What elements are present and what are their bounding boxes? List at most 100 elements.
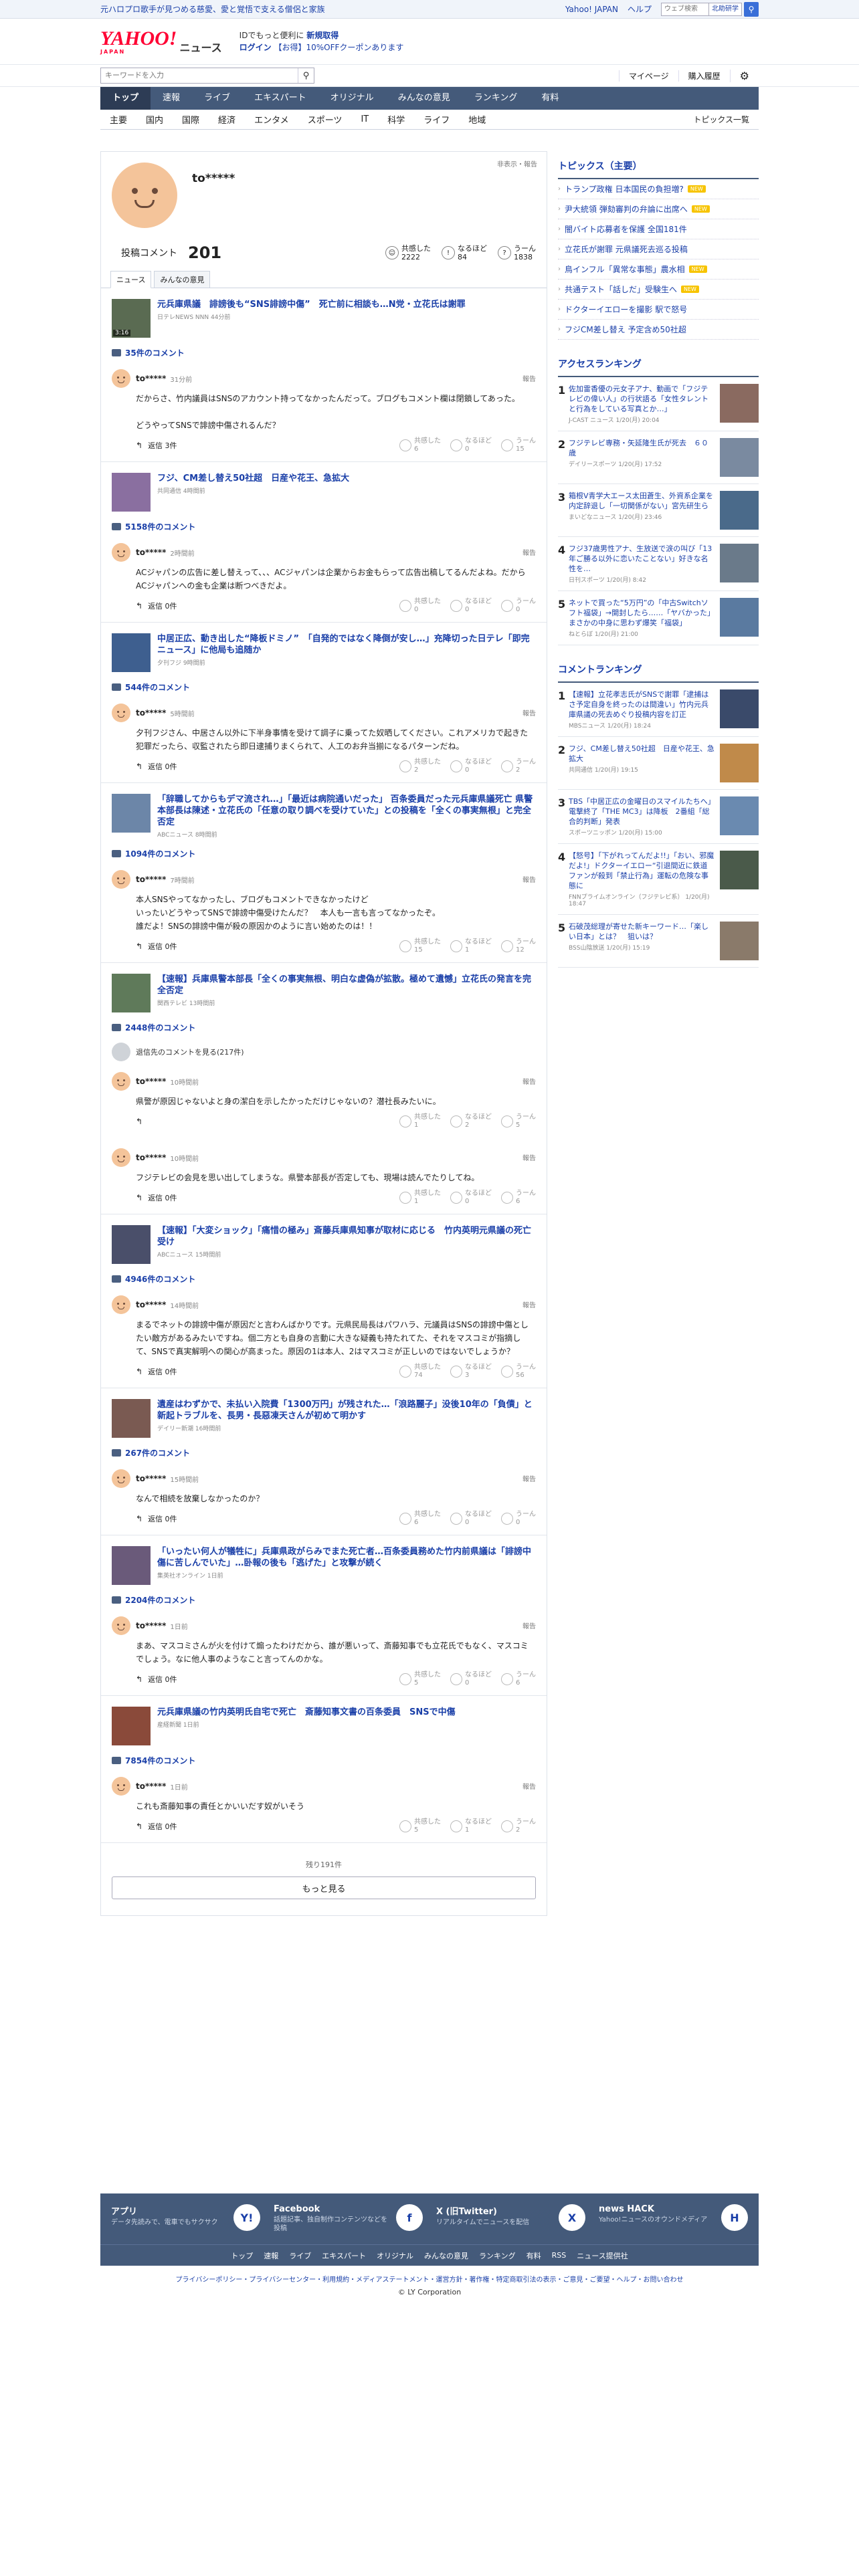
x-promo[interactable]: X (旧Twitter) リアルタイムでニュースを配信 X bbox=[436, 2204, 585, 2244]
comment-username[interactable]: to***** bbox=[136, 708, 166, 718]
topic-item[interactable]: › 鳥インフル「異常な事態」農水相 NEW bbox=[558, 259, 759, 280]
category-item[interactable]: 科学 bbox=[378, 113, 414, 126]
article-title[interactable]: 遺産はわずかで、未払い入院費「1300万円」が残された…「浪路麗子」没後10年の… bbox=[157, 1399, 536, 1422]
footer-nav-item[interactable]: ライブ bbox=[289, 2250, 311, 2261]
comment-count-link[interactable]: 4946件のコメント bbox=[112, 1273, 536, 1285]
category-item[interactable]: 国内 bbox=[136, 113, 173, 126]
report-link[interactable]: 報告 bbox=[522, 1473, 536, 1483]
topic-item[interactable]: › ドクターイエローを撮影 駅で怒号 bbox=[558, 300, 759, 320]
footer-nav-item[interactable]: 速報 bbox=[264, 2250, 278, 2261]
empathy-button[interactable]: 共感した 5 bbox=[399, 1671, 441, 1687]
hide-report-link[interactable]: 非表示・報告 bbox=[497, 158, 537, 169]
search-scope[interactable]: 北助研学 bbox=[709, 2, 742, 16]
reply-target-link[interactable]: 退信先のコメントを見る(217件) bbox=[112, 1043, 536, 1061]
insight-button[interactable]: なるほど 0 bbox=[450, 1190, 492, 1206]
footer-nav-item[interactable]: エキスパート bbox=[322, 2250, 366, 2261]
footer-nav-item[interactable]: ニュース提供社 bbox=[577, 2250, 628, 2261]
reply-toggle[interactable]: ↰ 返信 0件 bbox=[136, 1513, 177, 1524]
hmm-button[interactable]: うーん 6 bbox=[501, 1671, 536, 1687]
comment-username[interactable]: to***** bbox=[136, 1621, 166, 1630]
article-title[interactable]: 【速報】兵庫県警本部長「全くの事実無根、明白な虚偽が拡散。極めて遺憾」立花氏の発… bbox=[157, 974, 536, 996]
comment-count-link[interactable]: 5158件のコメント bbox=[112, 521, 536, 532]
footer-nav-item[interactable]: RSS bbox=[552, 2251, 567, 2260]
topics-list-link[interactable]: トピックス一覧 bbox=[684, 114, 759, 125]
empathy-button[interactable]: 共感した 1 bbox=[399, 1190, 441, 1206]
app-promo[interactable]: アプリ データ先読みで、電車でもサクサク Y! bbox=[111, 2204, 260, 2244]
ranking-item[interactable]: 2 フジテレビ専務・矢延隆生氏が死去 ６０歳 デイリースポーツ 1/20(月) 17… bbox=[558, 431, 759, 484]
reply-toggle[interactable]: ↰ 返信 0件 bbox=[136, 941, 177, 952]
comment-count-link[interactable]: 35件のコメント bbox=[112, 347, 536, 358]
topic-item[interactable]: › トランプ政権 日本国民の負担増? NEW bbox=[558, 179, 759, 199]
nav-item-top[interactable]: トップ bbox=[100, 87, 151, 110]
comment-count-link[interactable]: 1094件のコメント bbox=[112, 848, 536, 859]
more-button[interactable]: もっと見る bbox=[112, 1876, 536, 1899]
ranking-item[interactable]: 1 【速報】立花孝志氏がSNSで謝罪「逮捕はさ予定自身を終ったのは間違い」竹内元兵… bbox=[558, 683, 759, 737]
empathy-button[interactable]: 共感した 0 bbox=[399, 598, 441, 614]
insight-button[interactable]: なるほど 0 bbox=[450, 437, 492, 453]
signup-link[interactable]: 新規取得 bbox=[306, 31, 339, 40]
ranking-item[interactable]: 4 【怒号】「下がれってんだよ!!」「おい、邪魔だよ!」ドクターイエロー“引退間近… bbox=[558, 844, 759, 915]
comment-username[interactable]: to***** bbox=[136, 1474, 166, 1483]
hmm-button[interactable]: うーん 2 bbox=[501, 1818, 536, 1834]
comment-username[interactable]: to***** bbox=[136, 875, 166, 884]
nav-item-ranking[interactable]: ランキング bbox=[462, 87, 530, 110]
report-link[interactable]: 報告 bbox=[522, 1152, 536, 1162]
help-link[interactable]: ヘルプ bbox=[628, 3, 652, 15]
hmm-button[interactable]: うーん 6 bbox=[501, 1190, 536, 1206]
topic-item[interactable]: › 立花氏が謝罪 元県議死去巡る投稿 bbox=[558, 239, 759, 259]
hmm-button[interactable]: うーん 15 bbox=[501, 437, 536, 453]
reply-toggle[interactable]: ↰ 返信 0件 bbox=[136, 1821, 177, 1832]
category-item[interactable]: 経済 bbox=[209, 113, 245, 126]
gear-icon[interactable]: ⚙ bbox=[729, 69, 759, 82]
article-link[interactable]: 【速報】「大変ショック」「痛惜の極み」斎藤兵庫県知事が取材に応じる 竹内英明元県… bbox=[112, 1214, 536, 1264]
login-link[interactable]: ログイン bbox=[240, 43, 272, 52]
article-link[interactable]: フジ、CM差し替え50社超 日産や花王、急拡大 共同通信 4時間前 bbox=[112, 462, 536, 512]
category-item[interactable]: スポーツ bbox=[298, 113, 352, 126]
report-link[interactable]: 報告 bbox=[522, 1620, 536, 1630]
category-item[interactable]: IT bbox=[351, 114, 378, 124]
article-title[interactable]: 元兵庫県議 誹謗後も“SNS誹謗中傷” 死亡前に相談も…N党・立花氏は謝罪 bbox=[157, 299, 466, 310]
nav-item-opinions[interactable]: みんなの意見 bbox=[386, 87, 462, 110]
empathy-button[interactable]: 共感した 1 bbox=[399, 1113, 441, 1130]
ranking-item[interactable]: 5 石破茂総理が寄せた新キーワード…「楽しい日本」とは？ 狙いは？ BSS山陰放送 … bbox=[558, 915, 759, 968]
hmm-button[interactable]: うーん 0 bbox=[501, 1511, 536, 1527]
comment-username[interactable]: to***** bbox=[136, 1077, 166, 1086]
facebook-promo[interactable]: Facebook 話題記事、独自制作コンテンツなどを投稿 f bbox=[274, 2204, 423, 2244]
comment-count-link[interactable]: 544件のコメント bbox=[112, 681, 536, 693]
footer-nav-item[interactable]: みんなの意見 bbox=[424, 2250, 468, 2261]
hmm-button[interactable]: うーん 5 bbox=[501, 1113, 536, 1130]
report-link[interactable]: 報告 bbox=[522, 1076, 536, 1086]
ranking-item[interactable]: 1 佐加雷香優の元女子アナ、動画で「フジテレビの偉い人」の行状語る「女性タレントと… bbox=[558, 377, 759, 431]
nav-item-expert[interactable]: エキスパート bbox=[242, 87, 318, 110]
empathy-button[interactable]: 共感した 6 bbox=[399, 437, 441, 453]
report-link[interactable]: 報告 bbox=[522, 708, 536, 718]
footer-nav-item[interactable]: オリジナル bbox=[377, 2250, 413, 2261]
comment-username[interactable]: to***** bbox=[136, 548, 166, 557]
empathy-button[interactable]: 共感した 2 bbox=[399, 758, 441, 774]
article-link[interactable]: 「いったい何人が犠牲に」兵庫県政がらみでまた死亡者…百条委員務めた竹内前県議は「… bbox=[112, 1535, 536, 1585]
hmm-button[interactable]: うーん 12 bbox=[501, 938, 536, 954]
article-link[interactable]: 中居正広、動き出した“降板ドミノ” 「自発的ではなく降倒が安し…」充降切った日テ… bbox=[112, 623, 536, 672]
coupon-link[interactable]: 【お得】10%OFFクーポンあります bbox=[274, 43, 404, 52]
article-title[interactable]: 「辞職してからもデマ流され…」「最近は病院通いだった」 百条委員だった元兵庫県議… bbox=[157, 794, 536, 828]
hmm-button[interactable]: うーん 56 bbox=[501, 1364, 536, 1380]
empathy-button[interactable]: 共感した 74 bbox=[399, 1364, 441, 1380]
purchase-history-link[interactable]: 購入履歴 bbox=[678, 70, 730, 82]
newshack-promo[interactable]: news HACK Yahoo!ニュースのオウンドメディア H bbox=[599, 2204, 748, 2244]
reply-toggle[interactable]: ↰ 返信 0件 bbox=[136, 1192, 177, 1203]
tab-news[interactable]: ニュース bbox=[110, 271, 152, 288]
comment-count-link[interactable]: 2204件のコメント bbox=[112, 1594, 536, 1606]
yahoo-news-logo[interactable]: YAHOO! JAPAN ニュース bbox=[100, 28, 222, 55]
comment-username[interactable]: to***** bbox=[136, 1153, 166, 1162]
nav-item-breaking[interactable]: 速報 bbox=[151, 87, 192, 110]
ranking-item[interactable]: 4 フジ37歳男性アナ、生放送で涙の叫び「13年ご勝る以外に恋いたことない」好きな… bbox=[558, 537, 759, 591]
web-search-input[interactable] bbox=[661, 2, 709, 16]
category-item[interactable]: 国際 bbox=[173, 113, 209, 126]
footer-nav-item[interactable]: ランキング bbox=[479, 2250, 516, 2261]
promo-link[interactable]: 元ハロプロ歌手が見つめる慈愛、愛と覚悟で支える僧侶と家族 bbox=[100, 3, 565, 15]
topic-item[interactable]: › フジCM差し替え 予定含め50社超 bbox=[558, 320, 759, 340]
insight-button[interactable]: なるほど 0 bbox=[450, 1671, 492, 1687]
hmm-button[interactable]: うーん 0 bbox=[501, 598, 536, 614]
insight-button[interactable]: なるほど 0 bbox=[450, 598, 492, 614]
search-icon[interactable]: ⚲ bbox=[298, 68, 314, 83]
